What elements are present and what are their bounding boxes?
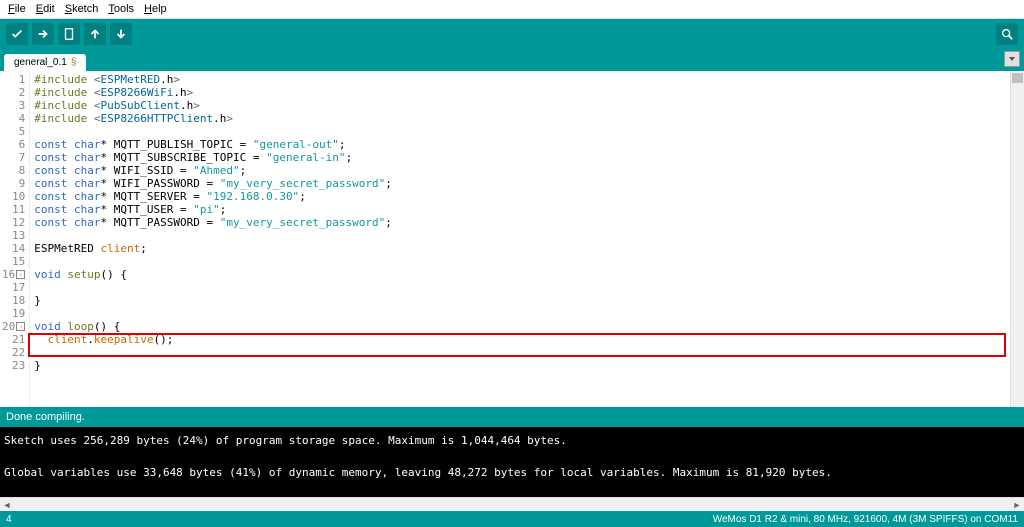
code-line[interactable] [34,281,1020,294]
arrow-right-icon [36,27,50,41]
arrow-up-icon [88,27,102,41]
code-editor[interactable]: 12345678910111213141516-17181920-212223 … [0,71,1024,407]
code-line[interactable]: #include <PubSubClient.h> [34,99,1020,112]
line-number-gutter: 12345678910111213141516-17181920-212223 [0,71,30,407]
code-line[interactable]: #include <ESP8266HTTPClient.h> [34,112,1020,125]
scrollbar-thumb[interactable] [1012,73,1023,83]
line-number: 8 [2,164,25,177]
code-line[interactable] [34,307,1020,320]
code-line[interactable] [34,346,1020,359]
code-line[interactable]: client.keepalive(); [34,333,1020,346]
magnifier-icon [1000,27,1014,41]
tab-name: general_0.1 [14,57,67,68]
code-line[interactable]: const char* WIFI_PASSWORD = "my_very_sec… [34,177,1020,190]
code-line[interactable]: const char* MQTT_USER = "pi"; [34,203,1020,216]
code-line[interactable]: const char* MQTT_PASSWORD = "my_very_sec… [34,216,1020,229]
line-number: 10 [2,190,25,203]
tab-sketch[interactable]: general_0.1 § [4,54,86,71]
line-number: 2 [2,86,25,99]
line-number: 17 [2,281,25,294]
footer-line-number: 4 [6,514,12,525]
line-number: 1 [2,73,25,86]
line-number: 19 [2,307,25,320]
new-button[interactable] [58,23,80,45]
line-number: 6 [2,138,25,151]
save-button[interactable] [110,23,132,45]
file-icon [62,27,76,41]
toolbar [0,19,1024,49]
status-bar: Done compiling. [0,407,1024,427]
menu-sketch[interactable]: Sketch [61,2,103,16]
line-number: 11 [2,203,25,216]
footer-board-info: WeMos D1 R2 & mini, 80 MHz, 921600, 4M (… [713,514,1018,525]
line-number: 15 [2,255,25,268]
menu-help[interactable]: Help [140,2,171,16]
serial-monitor-button[interactable] [996,23,1018,45]
horizontal-scrollbar[interactable]: ◄ ► [0,497,1024,511]
vertical-scrollbar[interactable] [1010,71,1024,407]
arrow-down-icon [114,27,128,41]
tab-modified-indicator: § [71,57,77,68]
tab-bar: general_0.1 § [0,49,1024,71]
output-console[interactable]: Sketch uses 256,289 bytes (24%) of progr… [0,427,1024,497]
code-line[interactable]: #include <ESP8266WiFi.h> [34,86,1020,99]
line-number: 14 [2,242,25,255]
console-line: Sketch uses 256,289 bytes (24%) of progr… [4,433,1020,449]
status-text: Done compiling. [6,411,85,423]
code-line[interactable]: ESPMetRED client; [34,242,1020,255]
check-icon [10,27,24,41]
console-line: Global variables use 33,648 bytes (41%) … [4,465,1020,481]
code-line[interactable]: void loop() { [34,320,1020,333]
open-button[interactable] [84,23,106,45]
menu-bar: File Edit Sketch Tools Help [0,0,1024,19]
code-line[interactable]: const char* MQTT_SUBSCRIBE_TOPIC = "gene… [34,151,1020,164]
code-line[interactable]: } [34,294,1020,307]
menu-tools[interactable]: Tools [104,2,138,16]
scroll-right-arrow[interactable]: ► [1010,498,1024,512]
menu-edit[interactable]: Edit [32,2,59,16]
line-number: 4 [2,112,25,125]
fold-toggle-icon[interactable]: - [16,270,25,279]
code-line[interactable]: const char* WIFI_SSID = "Ahmed"; [34,164,1020,177]
scroll-left-arrow[interactable]: ◄ [0,498,14,512]
fold-toggle-icon[interactable]: - [16,322,25,331]
code-line[interactable] [34,255,1020,268]
code-line[interactable]: void setup() { [34,268,1020,281]
line-number: 21 [2,333,25,346]
line-number: 16- [2,268,25,281]
code-line[interactable] [34,229,1020,242]
code-line[interactable]: } [34,359,1020,372]
line-number: 23 [2,359,25,372]
line-number: 3 [2,99,25,112]
line-number: 20- [2,320,25,333]
line-number: 12 [2,216,25,229]
line-number: 13 [2,229,25,242]
code-line[interactable]: const char* MQTT_PUBLISH_TOPIC = "genera… [34,138,1020,151]
tab-dropdown-button[interactable] [1004,51,1020,67]
line-number: 18 [2,294,25,307]
line-number: 5 [2,125,25,138]
line-number: 9 [2,177,25,190]
menu-file[interactable]: File [4,2,30,16]
code-area[interactable]: #include <ESPMetRED.h>#include <ESP8266W… [30,71,1024,407]
line-number: 22 [2,346,25,359]
code-line[interactable]: const char* MQTT_SERVER = "192.168.0.30"… [34,190,1020,203]
footer-bar: 4 WeMos D1 R2 & mini, 80 MHz, 921600, 4M… [0,511,1024,527]
upload-button[interactable] [32,23,54,45]
code-line[interactable] [34,125,1020,138]
line-number: 7 [2,151,25,164]
chevron-down-icon [1008,55,1016,63]
verify-button[interactable] [6,23,28,45]
code-line[interactable]: #include <ESPMetRED.h> [34,73,1020,86]
